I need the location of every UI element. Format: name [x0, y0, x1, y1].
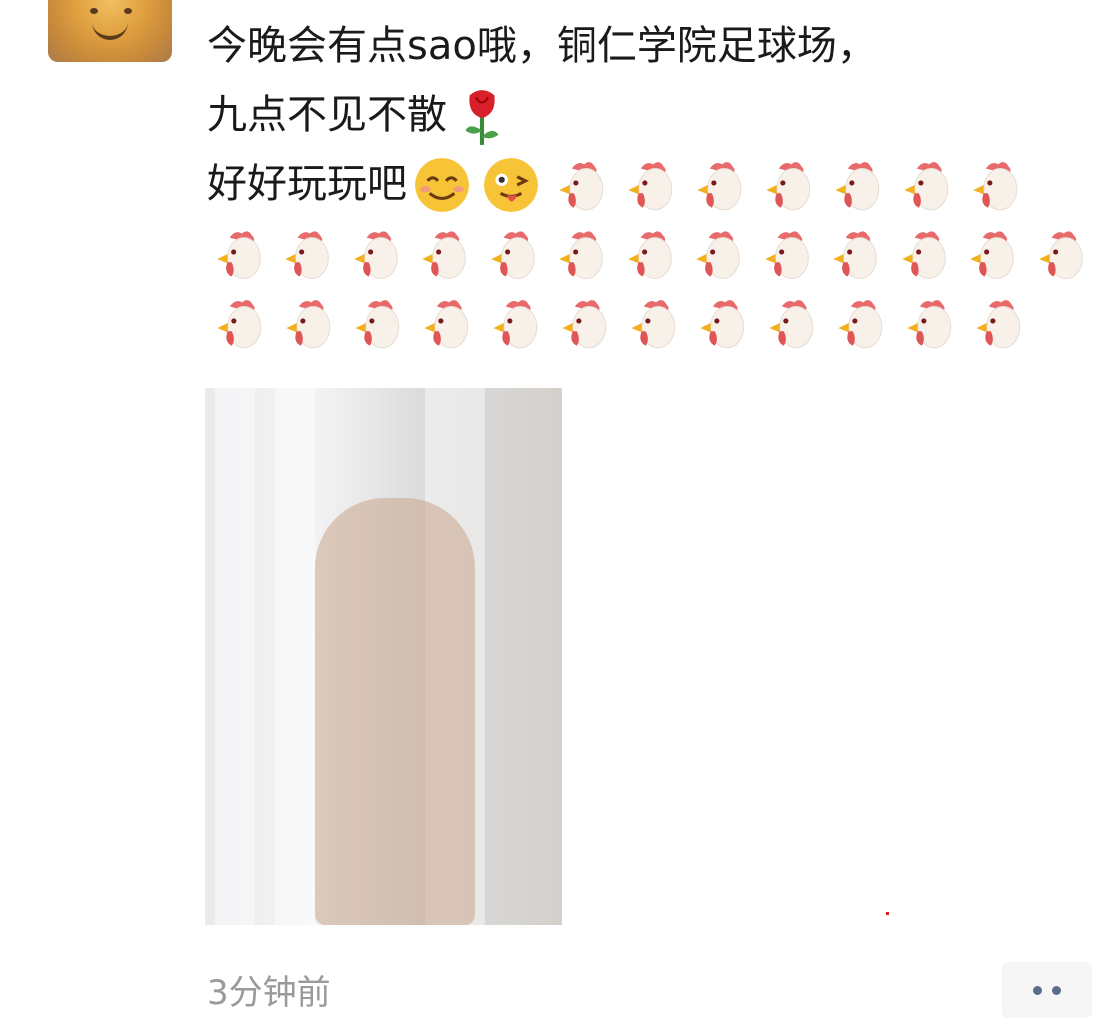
rooster-icon [483, 292, 545, 354]
more-button[interactable] [1002, 962, 1092, 1018]
rooster-icon [275, 223, 336, 285]
rooster-icon [207, 292, 269, 354]
rooster-icon [207, 223, 268, 285]
dot-icon [1052, 985, 1061, 995]
post-photo[interactable] [205, 388, 562, 925]
red-speck [886, 912, 889, 915]
rooster-icon [755, 223, 816, 285]
rooster-icon [618, 223, 679, 285]
rooster-icon [414, 292, 476, 354]
rooster-icon [344, 223, 405, 285]
rooster-icon [1029, 223, 1090, 285]
avatar-eye [124, 8, 132, 14]
rooster-icon [825, 154, 887, 216]
rooster-icon [828, 292, 890, 354]
rooster-icon [481, 223, 542, 285]
rooster-icon [345, 292, 407, 354]
rooster-icon [894, 154, 956, 216]
line-text: 九点不见不散 [207, 92, 447, 138]
rooster-icon [276, 292, 338, 354]
avatar-mouth [92, 22, 128, 40]
dot-icon [1033, 985, 1042, 995]
text-line [207, 219, 1097, 288]
line-text: 今晚会有点sao哦，铜仁学院足球场， [207, 23, 877, 69]
wink-tongue-icon [480, 154, 542, 216]
line-text: 好好玩玩吧 [207, 161, 407, 207]
rooster-icon [756, 154, 818, 216]
rooster-icon [963, 154, 1025, 216]
photo-curtain [275, 388, 315, 925]
rooster-icon [686, 223, 747, 285]
avatar-eye [90, 8, 98, 14]
text-line: 今晚会有点sao哦，铜仁学院足球场， [207, 12, 1097, 81]
rooster-icon [966, 292, 1028, 354]
text-line: 九点不见不散 [207, 81, 1097, 150]
rooster-icon [621, 292, 683, 354]
rooster-icon [549, 154, 611, 216]
rooster-icon [823, 223, 884, 285]
avatar[interactable] [48, 0, 172, 62]
rooster-icon [687, 154, 749, 216]
rooster-icon [552, 292, 614, 354]
smile-blush-icon [411, 154, 473, 216]
text-line: 好好玩玩吧 [207, 150, 1097, 219]
photo-figure [315, 498, 475, 925]
post-timestamp: 3分钟前 [207, 973, 331, 1013]
text-line [207, 288, 1097, 357]
post-text: 今晚会有点sao哦，铜仁学院足球场， 九点不见不散 好好玩玩吧 [207, 12, 1097, 357]
rooster-icon [759, 292, 821, 354]
rooster-icon [897, 292, 959, 354]
rooster-icon [892, 223, 953, 285]
rose-icon [451, 85, 513, 147]
photo-curtain [215, 388, 255, 925]
rooster-icon [412, 223, 473, 285]
rooster-icon [690, 292, 752, 354]
rooster-icon [549, 223, 610, 285]
rooster-icon [618, 154, 680, 216]
rooster-icon [960, 223, 1021, 285]
